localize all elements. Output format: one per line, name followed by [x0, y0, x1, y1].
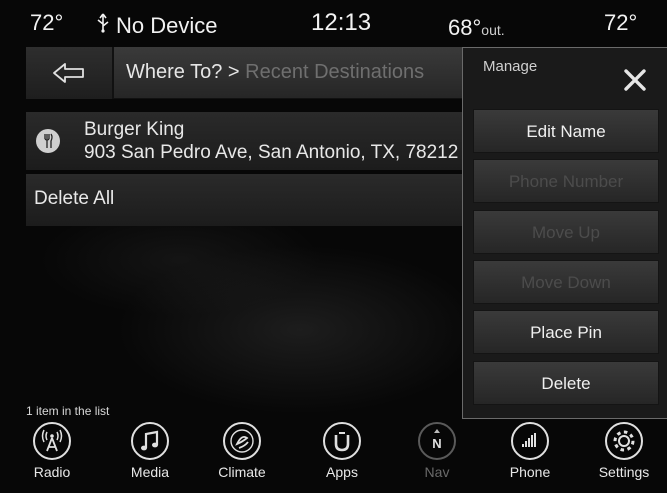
fork-knife-glyph: [44, 133, 53, 148]
item-count: 1 item in the list: [26, 404, 110, 418]
phone-signal-icon: [511, 422, 549, 460]
restaurant-icon: [36, 129, 60, 153]
nav-apps-label: Apps: [326, 464, 358, 480]
destination-address: 903 San Pedro Ave, San Antonio, TX, 7821…: [84, 142, 459, 163]
delete-button[interactable]: Delete: [473, 361, 659, 405]
climate-icon: [223, 422, 261, 460]
edit-name-button[interactable]: Edit Name: [473, 109, 659, 153]
breadcrumb-recent-destinations: Recent Destinations: [239, 61, 425, 83]
move-up-button[interactable]: Move Up: [473, 210, 659, 254]
outside-temperature: 68°out.: [448, 15, 505, 41]
move-down-button[interactable]: Move Down: [473, 260, 659, 304]
back-button[interactable]: [26, 47, 114, 99]
back-arrow-icon: [53, 63, 84, 83]
status-bar: 72° No Device 12:13 68°out. 72°: [0, 0, 667, 46]
phone-number-button[interactable]: Phone Number: [473, 159, 659, 203]
outside-temp-value: 68°: [448, 15, 482, 40]
breadcrumb-where-to[interactable]: Where To? >: [126, 61, 240, 83]
compass-icon: N: [418, 422, 456, 460]
gear-icon: [605, 422, 643, 460]
device-label: No Device: [116, 13, 218, 38]
nav-settings-label: Settings: [598, 464, 650, 480]
nav-nav[interactable]: N Nav: [402, 422, 472, 480]
delete-all-label: Delete All: [34, 188, 115, 209]
driver-temperature[interactable]: 72°: [30, 10, 63, 36]
radio-icon: [33, 422, 71, 460]
nav-phone[interactable]: Phone: [495, 422, 565, 480]
device-status: No Device: [96, 13, 217, 39]
list-item[interactable]: Burger King 903 San Pedro Ave, San Anton…: [26, 112, 462, 170]
nav-phone-label: Phone: [509, 464, 551, 480]
usb-icon: [97, 13, 109, 33]
clock: 12:13: [311, 9, 372, 36]
manage-panel: Manage Edit Name Phone Number Move Up Mo…: [462, 47, 667, 419]
passenger-temperature[interactable]: 72°: [604, 10, 637, 36]
nav-header: Where To? > Recent Destinations: [26, 47, 462, 99]
nav-climate[interactable]: Climate: [207, 422, 277, 480]
nav-apps[interactable]: Apps: [307, 422, 377, 480]
panel-title: Manage: [483, 58, 538, 75]
nav-settings[interactable]: Settings: [589, 422, 659, 480]
delete-all-button[interactable]: Delete All: [26, 174, 462, 226]
nav-climate-label: Climate: [218, 464, 266, 480]
music-note-icon: [131, 422, 169, 460]
destination-name: Burger King: [84, 119, 185, 140]
bottom-nav: Radio Media Climate Apps N Nav Phone Set…: [0, 420, 667, 493]
breadcrumb: Where To? > Recent Destinations: [126, 61, 424, 84]
nav-media-label: Media: [130, 464, 170, 480]
svg-text:N: N: [432, 436, 441, 451]
nav-radio[interactable]: Radio: [17, 422, 87, 480]
apps-icon: [323, 422, 361, 460]
place-pin-button[interactable]: Place Pin: [473, 310, 659, 354]
close-icon[interactable]: [621, 66, 649, 94]
outside-temp-suffix: out.: [481, 22, 505, 38]
nav-radio-label: Radio: [33, 464, 71, 480]
uconnect-screen: 72° No Device 12:13 68°out. 72° Where To…: [0, 0, 667, 493]
nav-nav-label: Nav: [424, 464, 450, 480]
nav-media[interactable]: Media: [115, 422, 185, 480]
